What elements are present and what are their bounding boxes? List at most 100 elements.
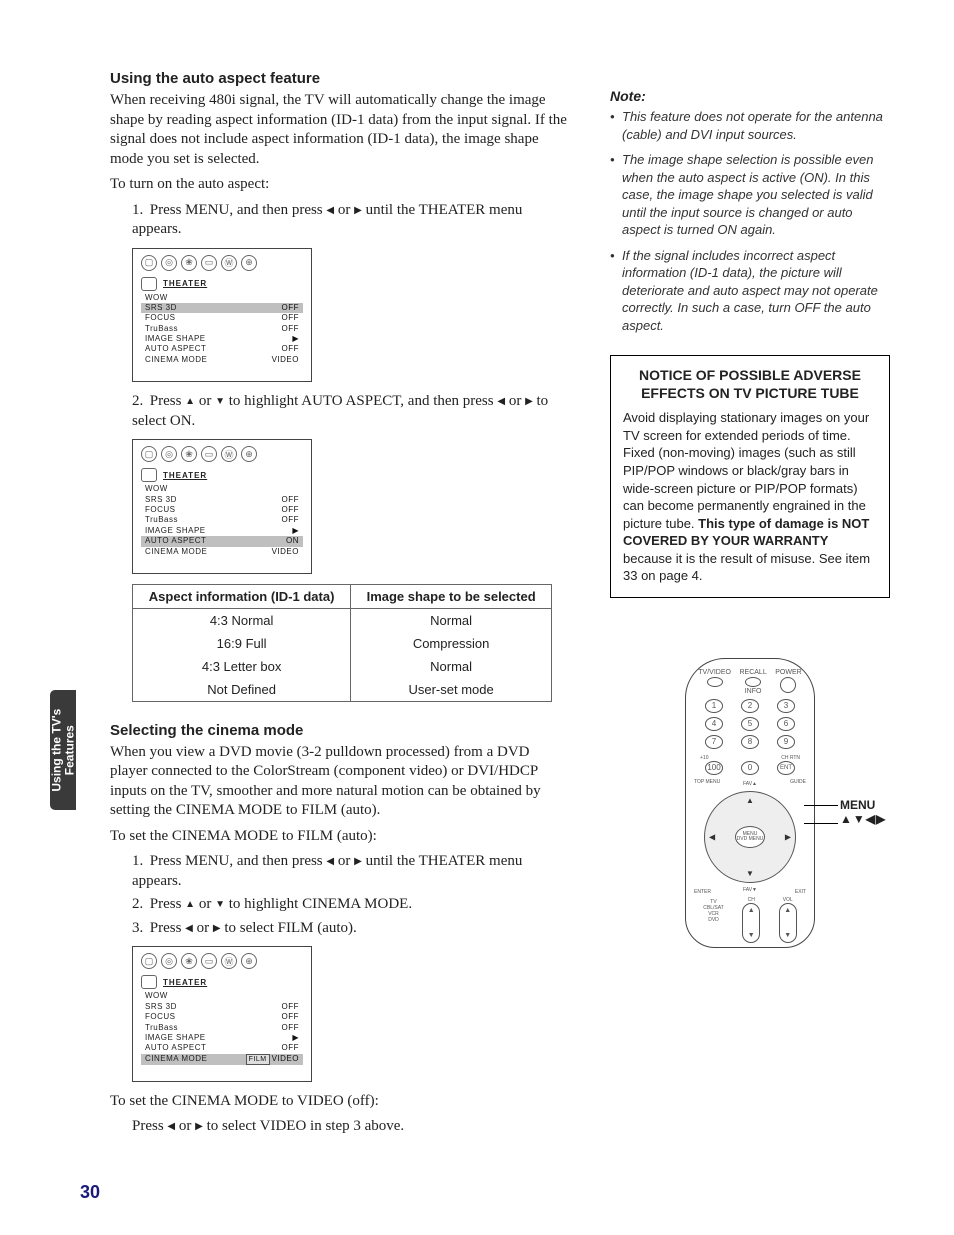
- remote-illustration-wrap: TV/VIDEO RECALLINFO POWER 123 456 789 +1…: [610, 658, 890, 948]
- remote-dpad: ▲ ▼ ◀ ▶ MENUDVD MENU: [704, 791, 796, 883]
- up-arrow-icon: ▲: [185, 396, 195, 407]
- osd-title: THEATER: [163, 279, 207, 288]
- osd-row: FOCUSOFF: [141, 1012, 303, 1022]
- remote-rocker: ▲▼: [779, 903, 797, 943]
- steps-cinema: 1. Press MENU, and then press ◀ or ▶ unt…: [132, 852, 570, 938]
- osd-tab-icon: ◎: [161, 446, 177, 462]
- osd-row: TruBassOFF: [141, 515, 303, 525]
- down-arrow-icon: ▼: [215, 396, 225, 407]
- remote-label: ENTER: [694, 889, 711, 895]
- left-arrow-icon: ◀: [185, 923, 193, 934]
- th-aspect-info: Aspect information (ID-1 data): [133, 584, 351, 608]
- right-arrow-icon: ▶: [525, 396, 533, 407]
- osd-tab-icon: ❀: [181, 255, 197, 271]
- para-cinema-video: To set the CINEMA MODE to VIDEO (off):: [110, 1092, 570, 1112]
- note-item: The image shape selection is possible ev…: [610, 151, 890, 239]
- remote-num-button: ENT: [777, 761, 795, 775]
- osd-row: IMAGE SHAPE▶: [141, 334, 303, 344]
- table-row: 16:9 FullCompression: [133, 632, 552, 655]
- osd-row-highlighted: SRS 3DOFF: [141, 303, 303, 313]
- osd-tab-icon: ▭: [201, 446, 217, 462]
- note-item: If the signal includes incorrect aspect …: [610, 247, 890, 335]
- osd-tab-icon: Ⓦ: [221, 255, 237, 271]
- osd-tab-icon: ⊕: [241, 255, 257, 271]
- osd-tab-icon: ◎: [161, 953, 177, 969]
- right-arrow-icon: ▶: [354, 205, 362, 216]
- step-1: 1. Press MENU, and then press ◀ or ▶ unt…: [132, 852, 570, 891]
- heading-auto-aspect: Using the auto aspect feature: [110, 70, 570, 87]
- osd-row: IMAGE SHAPE▶: [141, 526, 303, 536]
- osd-menu-3: ▢◎❀▭Ⓦ⊕ THEATER WOW SRS 3DOFF FOCUSOFF Tr…: [132, 946, 312, 1081]
- osd-icon-row: ▢◎❀▭Ⓦ⊕: [141, 953, 303, 969]
- power-button-icon: [780, 677, 796, 693]
- steps-auto-aspect-2: 2. Press ▲ or ▼ to highlight AUTO ASPECT…: [132, 392, 570, 431]
- remote-rocker: ▲▼: [742, 903, 760, 943]
- remote-illustration: TV/VIDEO RECALLINFO POWER 123 456 789 +1…: [685, 658, 815, 948]
- notice-title: NOTICE OF POSSIBLE ADVERSE EFFECTS ON TV…: [623, 366, 877, 404]
- step-1: 1. Press MENU, and then press ◀ or ▶ unt…: [132, 201, 570, 240]
- osd-row: CINEMA MODEVIDEO: [141, 547, 303, 557]
- remote-num-button: 1: [705, 699, 723, 713]
- remote-label: POWER: [775, 669, 801, 676]
- left-arrow-icon: ◀: [497, 396, 505, 407]
- down-arrow-icon: ▼: [746, 869, 754, 878]
- remote-button: [707, 677, 723, 687]
- osd-title: THEATER: [163, 978, 207, 987]
- osd-tab-icon: ▭: [201, 953, 217, 969]
- remote-num-button: 100: [705, 761, 723, 775]
- step-2: 2. Press ▲ or ▼ to highlight AUTO ASPECT…: [132, 392, 570, 431]
- remote-num-button: 6: [777, 717, 795, 731]
- remote-num-button: 9: [777, 735, 795, 749]
- step-2: 2. Press ▲ or ▼ to highlight CINEMA MODE…: [132, 895, 570, 915]
- osd-row: FOCUSOFF: [141, 505, 303, 515]
- osd-tab-icon: Ⓦ: [221, 446, 237, 462]
- right-arrow-icon: ▶: [195, 1121, 203, 1132]
- step-video: Press ◀ or ▶ to select VIDEO in step 3 a…: [132, 1117, 570, 1137]
- osd-icon-row: ▢◎❀▭Ⓦ⊕: [141, 255, 303, 271]
- osd-tab-icon: ▢: [141, 255, 157, 271]
- osd-tab-icon: ▢: [141, 953, 157, 969]
- remote-num-button: 2: [741, 699, 759, 713]
- para-cinema-set: To set the CINEMA MODE to FILM (auto):: [110, 827, 570, 847]
- osd-row: TruBassOFF: [141, 1023, 303, 1033]
- osd-row: WOW: [141, 484, 303, 494]
- remote-label: GUIDE: [790, 779, 806, 785]
- remote-num-button: 5: [741, 717, 759, 731]
- para-auto-aspect-intro: When receiving 480i signal, the TV will …: [110, 91, 570, 169]
- step-3: 3. Press ◀ or ▶ to select FILM (auto).: [132, 919, 570, 939]
- osd-title-icon: [141, 975, 157, 989]
- osd-row: IMAGE SHAPE▶: [141, 1033, 303, 1043]
- remote-label: TOP MENU: [694, 779, 720, 785]
- osd-row: SRS 3DOFF: [141, 495, 303, 505]
- osd-tab-icon: ❀: [181, 953, 197, 969]
- osd-tab-icon: ❀: [181, 446, 197, 462]
- down-arrow-icon: ▼: [215, 899, 225, 910]
- osd-row: WOW: [141, 293, 303, 303]
- notice-box: NOTICE OF POSSIBLE ADVERSE EFFECTS ON TV…: [610, 355, 890, 598]
- left-arrow-icon: ◀: [326, 205, 334, 216]
- osd-row-highlighted: CINEMA MODEFILMVIDEO: [141, 1054, 303, 1065]
- remote-label: +10: [700, 755, 708, 761]
- callout-arrows: ▲▼◀▶: [840, 812, 886, 826]
- remote-button: [745, 677, 761, 687]
- para-turn-on: To turn on the auto aspect:: [110, 175, 570, 195]
- remote-num-button: 0: [741, 761, 759, 775]
- osd-tab-icon: Ⓦ: [221, 953, 237, 969]
- remote-menu-button: MENUDVD MENU: [735, 826, 765, 848]
- osd-menu-2: ▢◎❀▭Ⓦ⊕ THEATER WOW SRS 3DOFF FOCUSOFF Tr…: [132, 439, 312, 574]
- remote-label: EXIT: [795, 889, 806, 895]
- osd-icon-row: ▢◎❀▭Ⓦ⊕: [141, 446, 303, 462]
- note-item: This feature does not operate for the an…: [610, 108, 890, 143]
- table-row: 4:3 Letter boxNormal: [133, 655, 552, 678]
- osd-row: AUTO ASPECTOFF: [141, 1043, 303, 1053]
- remote-num-button: 7: [705, 735, 723, 749]
- osd-tab-icon: ▢: [141, 446, 157, 462]
- osd-row: SRS 3DOFF: [141, 1002, 303, 1012]
- remote-label: VOL: [779, 897, 797, 903]
- remote-label: INFO: [745, 688, 762, 695]
- steps-auto-aspect: 1. Press MENU, and then press ◀ or ▶ unt…: [132, 201, 570, 240]
- side-column: Note: This feature does not operate for …: [610, 70, 890, 948]
- table-row: Not DefinedUser-set mode: [133, 678, 552, 702]
- side-tab: Using the TV'sFeatures: [50, 690, 76, 810]
- remote-num-button: 8: [741, 735, 759, 749]
